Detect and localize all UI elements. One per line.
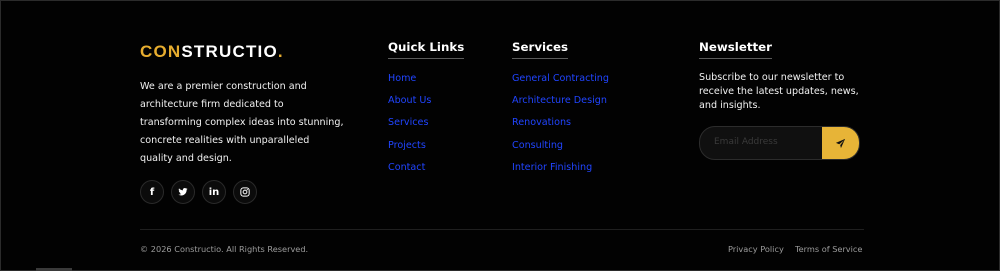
services-heading: Services xyxy=(512,40,569,59)
quick-link-projects[interactable]: Projects xyxy=(388,140,426,151)
linkedin-link[interactable]: in xyxy=(202,180,226,204)
brand-logo-accent: CON xyxy=(140,42,182,61)
service-link-architecture-design[interactable]: Architecture Design xyxy=(512,95,607,106)
quick-link-about-us[interactable]: About Us xyxy=(388,95,431,106)
instagram-icon xyxy=(240,187,250,197)
newsletter-form xyxy=(699,126,860,160)
brand-logo-text: STRUCTIO xyxy=(181,42,278,61)
twitter-icon xyxy=(178,188,188,196)
facebook-icon: f xyxy=(149,186,155,198)
instagram-link[interactable] xyxy=(233,180,257,204)
service-link-general-contracting[interactable]: General Contracting xyxy=(512,73,609,84)
quick-links-heading: Quick Links xyxy=(388,40,465,59)
service-link-consulting[interactable]: Consulting xyxy=(512,140,563,151)
terms-of-service-link[interactable]: Terms of Service xyxy=(795,244,862,254)
brand-logo-dot: . xyxy=(277,42,284,61)
newsletter-description: Subscribe to our newsletter to receive t… xyxy=(699,72,859,111)
service-link-interior-finishing[interactable]: Interior Finishing xyxy=(512,162,592,173)
newsletter-submit-button[interactable] xyxy=(822,127,859,159)
brand-logo[interactable]: CONSTRUCTIO. xyxy=(140,42,284,62)
linkedin-icon: in xyxy=(208,186,220,198)
copyright-text: © 2026 Constructio. All Rights Reserved. xyxy=(140,244,309,254)
newsletter-email-input[interactable] xyxy=(700,127,818,157)
privacy-policy-link[interactable]: Privacy Policy xyxy=(728,244,784,254)
facebook-link[interactable]: f xyxy=(140,180,164,204)
send-icon xyxy=(835,138,846,148)
company-description: We are a premier construction and archit… xyxy=(140,81,344,164)
newsletter-heading: Newsletter xyxy=(699,40,772,59)
quick-link-home[interactable]: Home xyxy=(388,73,416,84)
quick-link-services[interactable]: Services xyxy=(388,117,428,128)
twitter-link[interactable] xyxy=(171,180,195,204)
service-link-renovations[interactable]: Renovations xyxy=(512,117,571,128)
quick-link-contact[interactable]: Contact xyxy=(388,162,425,173)
footer-divider xyxy=(140,229,864,230)
